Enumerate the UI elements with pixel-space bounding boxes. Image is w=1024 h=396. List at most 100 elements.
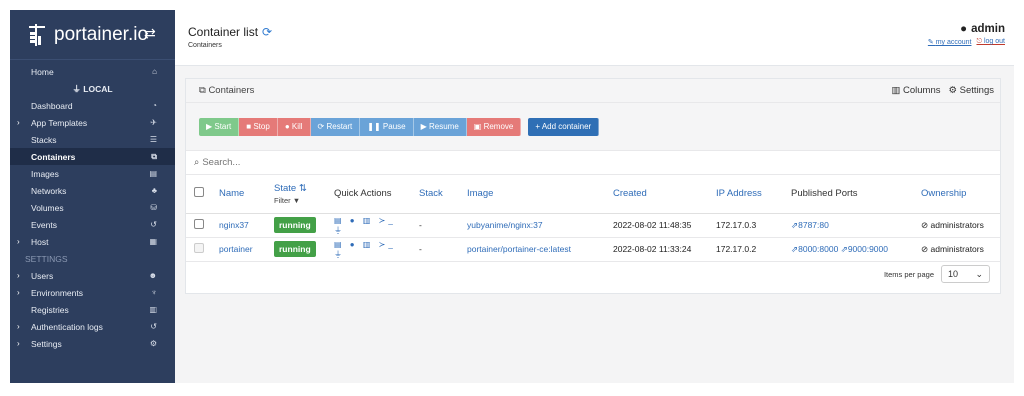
- refresh-icon[interactable]: ⟳: [262, 25, 272, 39]
- chevron-right-icon: ›: [17, 237, 20, 246]
- column-ownership[interactable]: Ownership: [913, 175, 1000, 214]
- start-label: Start: [214, 122, 232, 131]
- created-value: 2022-08-02 11:48:35: [605, 213, 708, 238]
- gear-icon: ⚙: [948, 85, 960, 96]
- sidebar-item-dashboard[interactable]: Dashboard ◔: [10, 97, 175, 114]
- chevron-right-icon: ›: [17, 288, 20, 297]
- add-container-button[interactable]: + Add container: [528, 117, 600, 136]
- crane-icon: [29, 23, 45, 46]
- column-stack[interactable]: Stack: [411, 175, 459, 214]
- columns-icon: ▥: [891, 85, 904, 96]
- column-created[interactable]: Created: [605, 175, 708, 214]
- panel-title: ⧉ Containers: [199, 85, 254, 96]
- restart-button[interactable]: ⟳ Restart: [310, 117, 361, 136]
- hdd-icon: ⛁: [150, 203, 157, 212]
- settings-button[interactable]: ⚙ Settings: [949, 85, 994, 96]
- sidebar-section-label: SETTINGS: [25, 253, 68, 264]
- stack-value: -: [411, 213, 459, 238]
- column-state[interactable]: State ⇅ Filter ▼: [266, 175, 326, 214]
- items-per-page-select[interactable]: 10 ⌄: [941, 265, 990, 283]
- column-ip[interactable]: IP Address: [708, 175, 783, 214]
- user-name-text: admin: [971, 23, 1005, 35]
- sidebar-item-images[interactable]: Images ▤: [10, 165, 175, 182]
- clone-icon: ▤: [149, 169, 157, 178]
- kill-button[interactable]: ● Kill: [277, 117, 311, 136]
- chevron-down-icon: ⌄: [975, 268, 983, 279]
- status-badge: running: [274, 217, 316, 233]
- start-button[interactable]: ▶ Start: [199, 117, 240, 136]
- row-checkbox[interactable]: [194, 219, 204, 229]
- stop-icon: ■: [246, 122, 254, 131]
- trash-icon: ▣: [473, 122, 484, 131]
- database-icon: ▥: [149, 305, 157, 314]
- portainer-logo[interactable]: portainer.io: [26, 22, 148, 48]
- container-name-link[interactable]: portainer: [219, 244, 253, 254]
- pause-button[interactable]: ❚❚ Pause: [360, 117, 414, 136]
- sidebar-environment-local: ⏚ LOCAL: [10, 80, 175, 97]
- log-out-link[interactable]: ⎋ log out: [976, 38, 1005, 46]
- page-title: Container list ⟳: [188, 25, 272, 39]
- sidebar-item-containers[interactable]: Containers ⧉: [10, 148, 175, 165]
- sidebar-item-stacks[interactable]: Stacks ☰: [10, 131, 175, 148]
- state-filter[interactable]: Filter ▼: [274, 196, 326, 205]
- sidebar-item-registries[interactable]: Registries ▥: [10, 301, 175, 318]
- select-all-checkbox[interactable]: [194, 187, 204, 198]
- published-port-link[interactable]: ⇗8000:8000: [791, 244, 838, 254]
- table-row: nginx37 running ▤ ● ▥ ≻_ ⏚ - yubyanime/n…: [186, 213, 1000, 238]
- sidebar-item-label: Host: [31, 236, 49, 247]
- cogs-icon: ⚙: [149, 339, 157, 348]
- remove-label: Remove: [483, 122, 514, 131]
- sitemap-icon: ♣: [151, 186, 157, 195]
- image-link[interactable]: yubyanime/nginx:37: [467, 220, 543, 230]
- swap-icon[interactable]: ⇄: [144, 25, 156, 42]
- published-port-link[interactable]: ⇗8787:80: [791, 220, 829, 230]
- sidebar-item-home[interactable]: Home ⌂: [10, 63, 175, 80]
- sidebar-item-label: Environments: [31, 287, 83, 298]
- sidebar-item-networks[interactable]: Networks ♣: [10, 182, 175, 199]
- row-checkbox[interactable]: [194, 243, 204, 253]
- my-account-link[interactable]: ✎ my account: [928, 38, 972, 46]
- sidebar-item-label: Images: [31, 168, 59, 179]
- published-port-link[interactable]: ⇗9000:9000: [841, 244, 888, 254]
- sidebar-item-environments[interactable]: › Environments ♆: [10, 284, 175, 301]
- sidebar-item-host[interactable]: › Host ▦: [10, 233, 175, 250]
- bomb-icon: ●: [284, 122, 292, 131]
- columns-button[interactable]: ▥ Columns: [891, 85, 940, 96]
- resume-button[interactable]: ▶ Resume: [413, 117, 467, 136]
- sidebar-item-settings[interactable]: › Settings ⚙: [10, 335, 175, 352]
- sort-icon: ⇅: [298, 182, 307, 194]
- sidebar-item-events[interactable]: Events ↺: [10, 216, 175, 233]
- sidebar-item-label: Stacks: [31, 134, 57, 145]
- sidebar-item-label: Dashboard: [31, 100, 73, 111]
- search-bar: ⌕: [186, 151, 1000, 175]
- sidebar-item-users[interactable]: › Users ☻: [10, 267, 175, 284]
- quick-action-icons[interactable]: ▤ ● ▥ ≻_ ⏚: [334, 240, 396, 259]
- quick-action-icons[interactable]: ▤ ● ▥ ≻_ ⏚: [334, 216, 396, 235]
- settings-label: Settings: [959, 85, 994, 96]
- brand-name: portainer.io: [54, 23, 149, 45]
- ip-value: 172.17.0.3: [708, 213, 783, 238]
- brand: portainer.io ⇄: [10, 10, 175, 60]
- sidebar-item-authentication-logs[interactable]: › Authentication logs ↺: [10, 318, 175, 335]
- kill-label: Kill: [291, 122, 303, 131]
- top-header: Container list ⟳ Containers ● admin ✎ my …: [175, 10, 1014, 66]
- stop-button[interactable]: ■ Stop: [239, 117, 278, 136]
- sidebar-item-label: LOCAL: [83, 83, 113, 94]
- sidebar-item-label: Volumes: [31, 202, 64, 213]
- remove-button[interactable]: ▣ Remove: [466, 117, 522, 136]
- user-menu: ● admin ✎ my account ⎋ log out: [928, 23, 1005, 46]
- table-header-row: Name State ⇅ Filter ▼ Quick Actions Stack…: [186, 175, 1000, 214]
- column-image[interactable]: Image: [459, 175, 605, 214]
- sidebar-item-volumes[interactable]: Volumes ⛁: [10, 199, 175, 216]
- restart-label: Restart: [326, 122, 353, 131]
- column-name[interactable]: Name: [211, 175, 266, 214]
- sidebar-item-label: Events: [31, 219, 57, 230]
- pagination: Items per page 10 ⌄: [884, 265, 990, 283]
- th-icon: ▦: [149, 237, 157, 246]
- container-name-link[interactable]: nginx37: [219, 220, 249, 230]
- image-link[interactable]: portainer/portainer-ce:latest: [467, 244, 571, 254]
- search-input[interactable]: [202, 157, 503, 168]
- sidebar-item-label: Registries: [31, 304, 69, 315]
- sidebar-item-app-templates[interactable]: › App Templates ✈: [10, 114, 175, 131]
- column-published-ports: Published Ports: [783, 175, 913, 214]
